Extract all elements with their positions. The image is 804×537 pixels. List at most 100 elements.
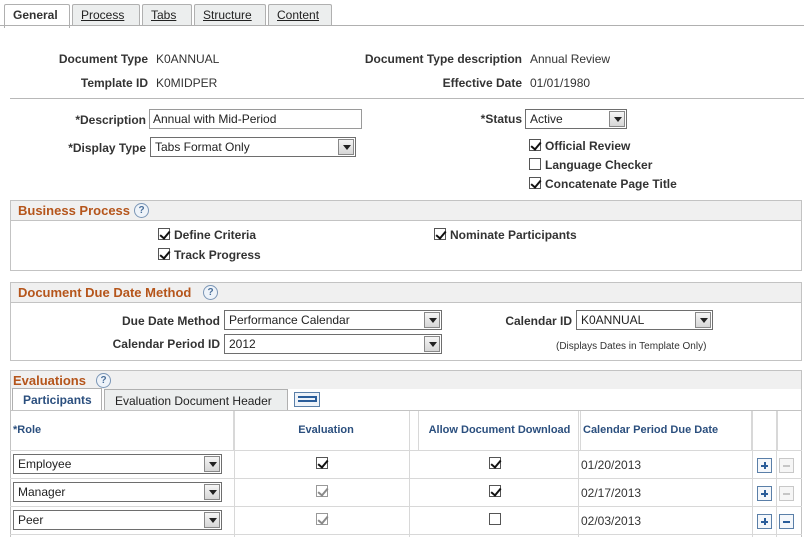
add-row-icon[interactable]: [757, 514, 772, 529]
grid-header-row: *Role Evaluation Allow Document Download…: [10, 411, 802, 451]
due-date-value: 02/03/2013: [581, 514, 642, 528]
chevron-down-icon: [424, 312, 440, 328]
col-evaluation-header: Evaluation: [234, 411, 419, 451]
chevron-down-icon: [424, 336, 440, 352]
official-review-checkbox[interactable]: [529, 139, 541, 151]
delete-row-icon[interactable]: [779, 514, 794, 529]
evaluations-header: [11, 371, 801, 389]
col-add-header: [752, 411, 778, 451]
col-due-date-header: Calendar Period Due Date: [581, 411, 752, 451]
role-select-manager[interactable]: Manager: [13, 482, 222, 502]
delete-row-icon: [779, 486, 794, 501]
due-date-header: Document Due Date Method ?: [11, 283, 801, 303]
language-checker-label: Language Checker: [545, 158, 653, 172]
role-value: Peer: [18, 513, 44, 527]
due-date-method-select[interactable]: Performance Calendar: [224, 310, 442, 330]
col-download-header: Allow Document Download: [419, 411, 581, 451]
due-date-method-value: Performance Calendar: [229, 313, 350, 327]
status-value: Active: [530, 112, 563, 126]
grid-divider: [10, 450, 802, 451]
tab-structure-label: Structure: [203, 8, 252, 22]
doc-type-value: K0ANNUAL: [156, 52, 220, 66]
calendar-period-value: 2012: [229, 337, 256, 351]
tab-evaluation-header[interactable]: Evaluation Document Header: [104, 389, 288, 411]
nominate-participants-label: Nominate Participants: [450, 228, 577, 242]
due-date-value: 01/20/2013: [581, 458, 642, 472]
grid-col-line: [234, 411, 235, 537]
evaluations-title: Evaluations: [13, 373, 86, 388]
chevron-down-icon: [204, 512, 220, 528]
help-icon[interactable]: ?: [96, 373, 111, 388]
status-select[interactable]: Active: [525, 109, 627, 129]
define-criteria-label: Define Criteria: [174, 228, 257, 242]
tab-tabs-label: Tabs: [151, 8, 177, 22]
template-id-label: Template ID: [80, 76, 148, 90]
tab-participants-label: Participants: [23, 393, 92, 407]
chevron-down-icon: [204, 456, 220, 472]
tab-content-label: Content: [277, 8, 320, 22]
tab-tabs[interactable]: Tabs: [142, 4, 192, 26]
tab-content[interactable]: Content: [268, 4, 332, 26]
description-input[interactable]: [149, 109, 362, 129]
calendar-period-select[interactable]: 2012: [224, 334, 442, 354]
grid-col-line: [409, 411, 410, 537]
business-process-section: Business Process ?: [10, 200, 802, 271]
allow-download-checkbox[interactable]: [489, 457, 501, 469]
define-criteria-checkbox[interactable]: [158, 228, 170, 240]
tab-general-label: General: [13, 8, 58, 22]
business-process-header: Business Process ?: [11, 201, 801, 221]
add-row-icon[interactable]: [757, 486, 772, 501]
row-divider: [10, 478, 802, 479]
chevron-down-icon: [609, 111, 625, 127]
calendar-note: (Displays Dates in Template Only): [556, 341, 707, 352]
role-value: Manager: [18, 485, 66, 499]
evaluation-checkbox[interactable]: [316, 457, 328, 469]
calendar-id-select[interactable]: K0ANNUAL: [576, 310, 713, 330]
add-row-icon[interactable]: [757, 458, 772, 473]
grid-col-line: [578, 411, 579, 537]
display-type-label: *Display Type: [68, 141, 146, 155]
official-review-label: Official Review: [545, 139, 631, 153]
help-icon[interactable]: ?: [203, 285, 218, 300]
due-date-title: Document Due Date Method: [18, 285, 192, 300]
chevron-down-icon: [204, 484, 220, 500]
doc-type-desc-label: Document Type description: [364, 52, 522, 66]
grid-view-icon[interactable]: [294, 392, 320, 407]
language-checker-checkbox[interactable]: [529, 158, 541, 170]
tab-process-label: Process: [81, 8, 125, 22]
role-select-employee[interactable]: Employee: [13, 454, 222, 474]
nominate-participants-checkbox[interactable]: [434, 228, 446, 240]
evaluation-checkbox: [316, 485, 328, 497]
help-icon[interactable]: ?: [134, 203, 149, 218]
due-date-value: 02/17/2013: [581, 486, 642, 500]
calendar-id-value: K0ANNUAL: [581, 313, 645, 327]
role-select-peer[interactable]: Peer: [13, 510, 222, 530]
calendar-period-label: Calendar Period ID: [112, 337, 220, 351]
doc-type-label: Document Type: [58, 52, 148, 66]
role-value: Employee: [18, 457, 72, 471]
row-divider: [10, 506, 802, 507]
chevron-down-icon: [695, 312, 711, 328]
tab-structure[interactable]: Structure: [194, 4, 266, 26]
display-type-select[interactable]: Tabs Format Only: [150, 137, 356, 157]
header-divider: [10, 98, 804, 99]
doc-type-desc-value: Annual Review: [530, 52, 611, 66]
allow-download-checkbox[interactable]: [489, 513, 501, 525]
business-process-title: Business Process: [18, 203, 131, 218]
delete-row-icon: [779, 458, 794, 473]
display-type-value: Tabs Format Only: [155, 140, 250, 154]
template-id-value: K0MIDPER: [156, 76, 218, 90]
concatenate-title-label: Concatenate Page Title: [545, 177, 677, 191]
track-progress-label: Track Progress: [174, 248, 261, 262]
status-label: *Status: [480, 112, 522, 126]
track-progress-checkbox[interactable]: [158, 248, 170, 260]
concatenate-title-checkbox[interactable]: [529, 177, 541, 189]
tab-evaluation-header-label: Evaluation Document Header: [115, 394, 272, 408]
tab-participants[interactable]: Participants: [12, 388, 102, 411]
allow-download-checkbox[interactable]: [489, 485, 501, 497]
col-role-header: *Role: [13, 411, 234, 451]
tab-process[interactable]: Process: [72, 4, 140, 26]
chevron-down-icon: [338, 139, 354, 155]
due-date-method-label: Due Date Method: [121, 314, 220, 328]
row-divider: [10, 534, 802, 535]
